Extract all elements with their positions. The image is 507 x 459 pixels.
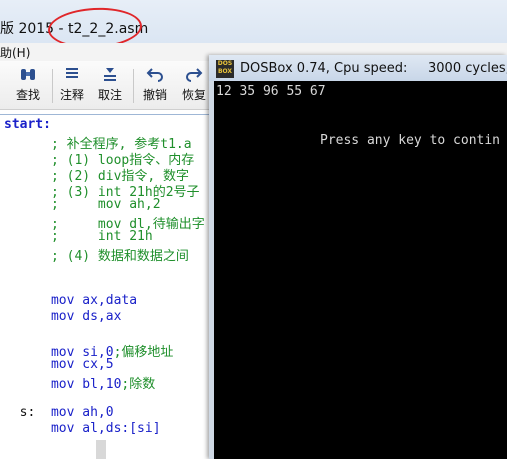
code-line: ; (2) div指令, 数字 <box>4 169 190 184</box>
code-line: mov ds,ax <box>4 309 122 324</box>
redo-icon <box>186 68 203 82</box>
program-output: 12 35 96 55 67 <box>216 84 326 99</box>
find-button[interactable]: 查找 <box>10 65 46 105</box>
toolbar-separator <box>52 69 53 103</box>
uncomment-button[interactable]: 取注 <box>92 65 128 105</box>
redo-button[interactable]: 恢复 <box>176 65 212 105</box>
toolbar-separator <box>133 69 134 103</box>
dosbox-window: DOS BOX DOSBox 0.74, Cpu speed: 3000 cyc… <box>209 55 507 459</box>
code-line: mov bl,10;除数 <box>4 377 156 392</box>
undo-icon <box>146 68 163 82</box>
redo-label: 恢复 <box>181 88 206 102</box>
code-line: mov ax,data <box>4 293 138 308</box>
dosbox-titlebar[interactable]: DOS BOX DOSBox 0.74, Cpu speed: 3000 cyc… <box>209 55 507 81</box>
code-line: ; (1) loop指令、内存 <box>4 153 195 168</box>
code-line: ; 补全程序, 参考t1.a <box>4 137 192 152</box>
dosbox-logo-icon: DOS BOX <box>216 60 234 78</box>
comment-label: 注释 <box>59 88 84 102</box>
dosbox-screen[interactable]: 12 35 96 55 67 Press any key to contin <box>214 81 507 459</box>
code-line: ; mov ah,2 <box>4 197 161 212</box>
code-line: ; mov dl,待输出字 <box>4 217 205 232</box>
code-line: start: <box>4 117 51 132</box>
scrollbar-thumb[interactable] <box>96 440 106 459</box>
code-line: ; (4) 数据和数据之间 <box>4 249 189 264</box>
code-line: s: mov ah,0 <box>4 405 114 420</box>
code-line: mov si,0;偏移地址 <box>4 345 174 360</box>
find-label: 查找 <box>15 88 40 102</box>
code-line: ; (3) int 21h的2号子 <box>4 185 200 200</box>
code-line: mov cx,5 <box>4 357 114 372</box>
code-line: mov al,ds:[si] <box>4 421 161 436</box>
menu-help[interactable]: 助(H) <box>0 44 30 61</box>
dosbox-title: DOSBox 0.74, Cpu speed: 3000 cycles, Fra… <box>240 61 507 76</box>
uncomment-label: 取注 <box>97 88 122 102</box>
comment-icon <box>66 68 78 78</box>
editor-titlebar: 版 2015 - t2_2_2.asm <box>0 0 507 51</box>
code-line: ; int 21h <box>4 229 153 244</box>
comment-button[interactable]: 注释 <box>54 65 90 105</box>
undo-button[interactable]: 撤销 <box>137 65 173 105</box>
press-any-key-prompt: Press any key to contin <box>320 133 501 148</box>
uncomment-icon <box>104 68 116 81</box>
undo-label: 撤销 <box>142 88 167 102</box>
binoculars-icon <box>21 69 35 80</box>
